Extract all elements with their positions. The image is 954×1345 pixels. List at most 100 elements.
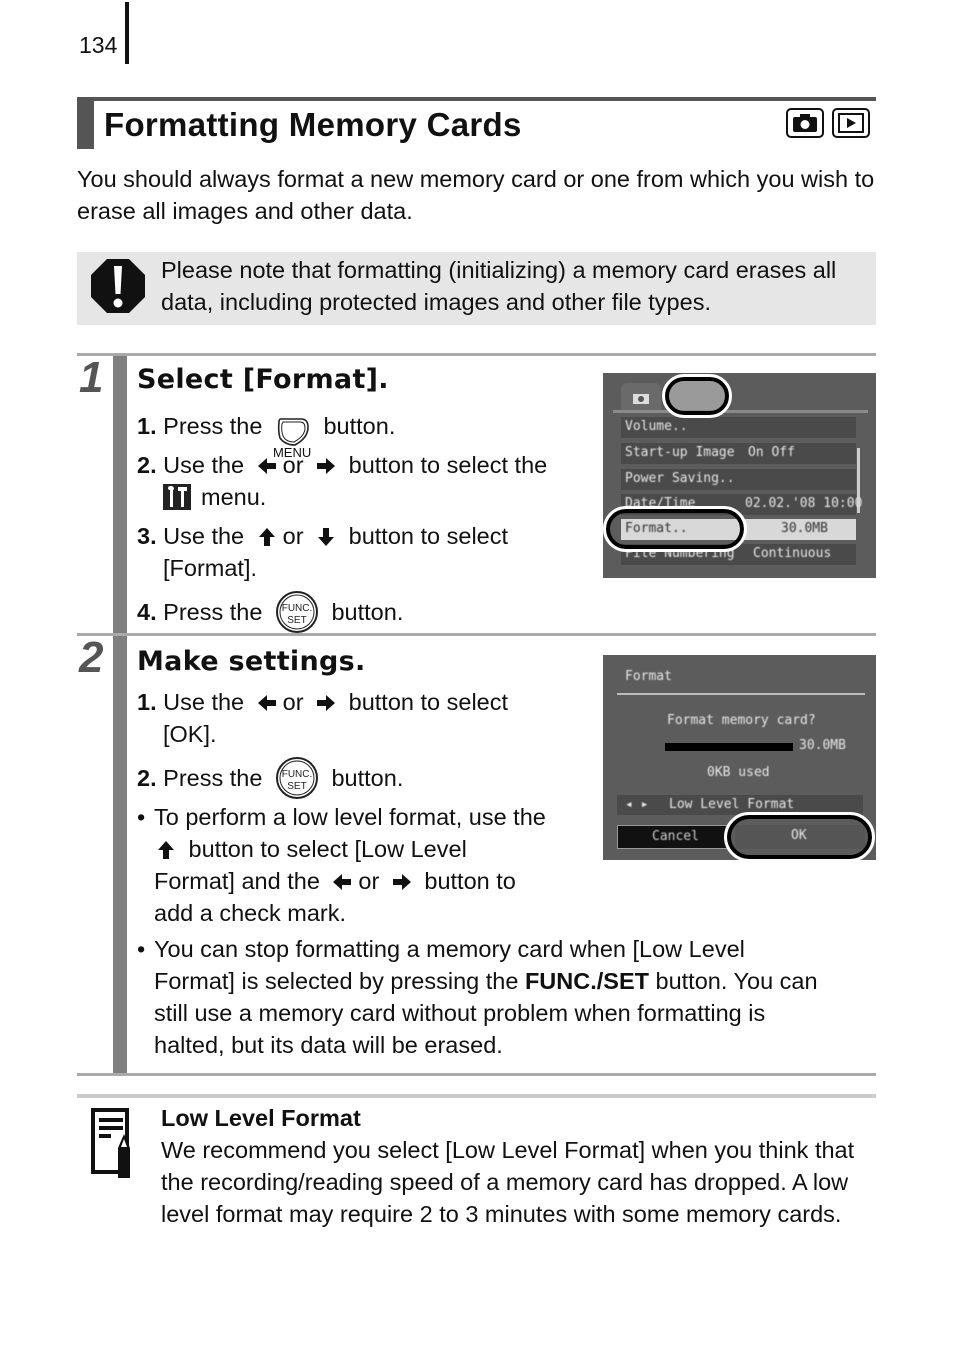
page-title: Formatting Memory Cards — [104, 106, 522, 143]
note-title: Low Level Format — [161, 1105, 361, 1131]
item-text: button to select — [348, 689, 509, 715]
svg-text:FUNC.: FUNC. — [282, 603, 313, 614]
step-2-divider — [77, 633, 876, 636]
item-text: button to select — [348, 523, 509, 549]
checkbox-arrows: ◂ ▸ — [625, 797, 649, 812]
lcd-row-value: Continuous — [753, 546, 832, 561]
step-2-title: Make settings. — [137, 646, 366, 677]
item-text: menu. — [201, 484, 267, 510]
item-number: 2. — [137, 765, 157, 791]
steps-end-divider — [77, 1073, 876, 1076]
item-text: button to — [424, 868, 516, 894]
bullet-1-line-1: To perform a low level format, use the — [154, 804, 546, 830]
camera-tab — [621, 383, 661, 411]
header-divider — [617, 693, 865, 695]
func-set-button-icon: FUNC. SET — [275, 591, 318, 633]
item-text: button to select the — [348, 452, 548, 478]
item-text: Use the — [163, 452, 245, 478]
title-accent-bar — [77, 97, 94, 149]
svg-text:SET: SET — [287, 615, 306, 626]
right-arrow-icon — [317, 458, 336, 474]
item-number: 1. — [137, 689, 157, 715]
bullet-2-line-3: still use a memory card without problem … — [154, 1000, 766, 1026]
item-text: Use the — [163, 689, 245, 715]
lcd-option: Low Level Format — [669, 797, 795, 812]
item-text: button. You can — [655, 968, 818, 994]
item-text: button. — [323, 413, 396, 439]
item-text: button to select [Low Level — [188, 836, 467, 862]
camera-mode-icon — [786, 108, 824, 138]
bullet-1-line-3: Format] and the or button to — [154, 865, 516, 897]
item-number: 1. — [137, 413, 157, 439]
page-number-divider — [125, 2, 129, 64]
item-text: Use the — [163, 523, 245, 549]
item-text: Press the — [163, 765, 263, 791]
left-arrow-icon — [333, 874, 352, 890]
item-text: or — [358, 868, 380, 894]
capacity-bar — [665, 743, 793, 751]
item-text: or — [282, 689, 304, 715]
cancel-button: Cancel — [617, 825, 729, 849]
item-number: 2. — [137, 452, 157, 478]
lcd-question: Format memory card? — [667, 713, 816, 728]
intro-paragraph: You should always format a new memory ca… — [77, 166, 875, 224]
lcd-row-label: Power Saving.. — [625, 471, 735, 486]
bullet-2-line-1: You can stop formatting a memory card wh… — [154, 936, 745, 962]
step-2-number: 2 — [79, 633, 104, 682]
left-arrow-icon — [257, 695, 276, 711]
step-1-divider — [77, 353, 876, 356]
down-arrow-icon — [318, 528, 335, 546]
lcd-row-value: 30.0MB — [781, 521, 828, 536]
format-dialog-screenshot: Format Format memory card? 30.0MB 0KB us… — [603, 655, 876, 862]
setup-menu-icon — [163, 484, 191, 510]
right-arrow-icon — [317, 695, 336, 711]
step-1-item-2: 2. Use the or button to select the — [137, 449, 547, 481]
func-set-label: FUNC./SET — [524, 968, 649, 994]
item-text: Press the — [163, 599, 263, 625]
lcd-row-value: 02.02.'08 10:00 — [745, 496, 863, 511]
highlight-ring — [724, 812, 875, 862]
step-1-sidebar — [113, 356, 127, 633]
item-text: button. — [331, 599, 404, 625]
item-text: Format] and the — [154, 868, 320, 894]
lcd-row-label: Volume.. — [625, 419, 688, 434]
bullet-2-line-2: Format] is selected by pressing the FUNC… — [154, 965, 818, 997]
page-number: 134 — [79, 32, 118, 58]
svg-text:FUNC.: FUNC. — [282, 769, 313, 780]
item-number: 4. — [137, 599, 157, 625]
item-number: 3. — [137, 523, 157, 549]
step-2-item-1: 1. Use the or button to select — [137, 686, 508, 718]
playback-mode-icon — [832, 108, 870, 138]
highlight-ring — [662, 374, 732, 418]
step-1-item-4: 4. Press the FUNC. SET button. — [137, 590, 403, 634]
right-arrow-icon — [392, 874, 411, 890]
memo-icon — [91, 1108, 130, 1178]
lcd-row-value: On Off — [748, 445, 795, 460]
highlight-ring — [603, 506, 747, 552]
step-2-item-2: 2. Press the FUNC. SET button. — [137, 756, 403, 800]
svg-text:SET: SET — [287, 781, 306, 792]
step-2-sidebar — [113, 636, 127, 1073]
bullet-1-line-4: add a check mark. — [154, 900, 347, 926]
item-text: or — [282, 452, 304, 478]
note-text: We recommend you select [Low Level Forma… — [161, 1137, 855, 1227]
setup-menu-screenshot: Volume.. Start-up Image On Off Power Sav… — [603, 373, 876, 578]
lcd-row-label: Start-up Image — [625, 445, 735, 460]
step-1-title: Select [Format]. — [137, 364, 389, 395]
note-rule — [77, 1094, 876, 1098]
step-1-number: 1 — [79, 353, 104, 402]
bullet-2-line-4: halted, but its data will be erased. — [154, 1032, 503, 1058]
caution-icon — [91, 259, 145, 313]
item-text: or — [282, 523, 304, 549]
tab-divider — [613, 410, 868, 413]
caution-text: Please note that formatting (initializin… — [161, 257, 837, 315]
lcd-used: 0KB used — [707, 765, 770, 780]
step-1-item-3-cont: [Format]. — [163, 555, 258, 581]
step-2-item-1-cont: [OK]. — [163, 721, 217, 747]
capacity-bar-fill — [665, 743, 793, 751]
lcd-capacity: 30.0MB — [799, 738, 846, 753]
title-rule — [77, 97, 876, 101]
bullet-1: • — [137, 804, 146, 830]
item-text: Format] is selected by pressing the — [154, 968, 519, 994]
item-text: Press the — [163, 413, 263, 439]
